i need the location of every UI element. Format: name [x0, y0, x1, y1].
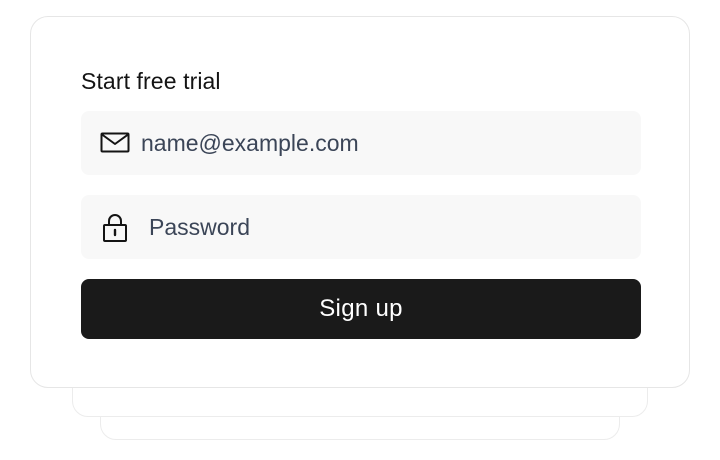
sign-up-button[interactable]: Sign up [81, 279, 641, 339]
signup-card: Start free trial Sign up [30, 16, 690, 388]
password-field[interactable] [81, 195, 641, 259]
lock-icon [101, 213, 129, 243]
email-input[interactable] [141, 111, 621, 175]
email-field[interactable] [81, 111, 641, 175]
password-input[interactable] [149, 195, 621, 259]
mail-icon [100, 131, 130, 155]
form-title: Start free trial [81, 68, 221, 94]
